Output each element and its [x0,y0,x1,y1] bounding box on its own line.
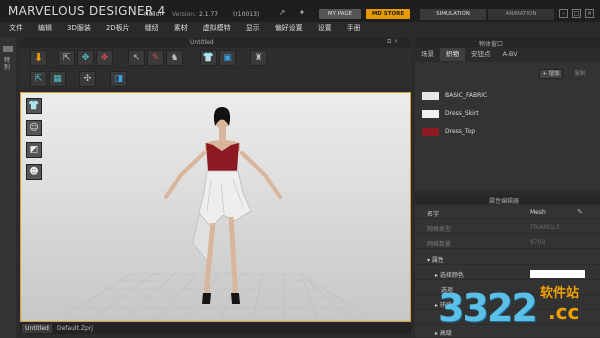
tab-untitled[interactable]: Untitled [22,324,52,333]
left-dock-strip [0,38,16,338]
select-point-icon[interactable]: ⇱ [30,71,47,87]
property-section[interactable]: ▾ 属性 [415,253,600,265]
pose-icon[interactable]: ♜ [250,50,267,66]
version-value: 2.1.77 [199,11,219,18]
property-label: 网格数量 [427,241,452,248]
property-value: 8769 [530,239,546,246]
property-label: ▾ 属性 [427,257,444,264]
object-browser-header [415,38,600,47]
dock-label[interactable]: 特别 [4,57,12,71]
menu-file[interactable]: 文件 [9,22,23,35]
watermark-number: 3322 [438,286,538,330]
avatar-tool-icon[interactable]: ♞ [166,50,183,66]
color-swatch[interactable] [530,270,585,278]
garment-icon[interactable]: 👕 [200,50,217,66]
texture-icon[interactable]: ▦ [49,71,66,87]
app-title: MARVELOUS DESIGNER 4 [8,4,166,18]
fabric-item[interactable]: BASIC_FABRIC [420,90,596,102]
menu-edit[interactable]: 编辑 [38,22,52,35]
property-label: 名字 [427,211,440,218]
fold-icon[interactable]: ▣ [219,50,236,66]
greeting: Hello! [144,11,162,18]
avatar-body-icon[interactable]: ☺ [26,120,42,136]
md-store-button[interactable]: MD STORE [366,9,410,19]
select-mesh-icon[interactable]: ✥ [77,50,94,66]
menu-settings[interactable]: 设置 [318,22,332,35]
tab-abv[interactable]: A-BV [497,48,524,61]
property-row[interactable]: ▸ 选择颜色 [415,268,600,280]
property-row[interactable]: 名字 Mesh ✎ [415,207,600,219]
floor-grid [60,273,372,319]
object-browser-tabs: 场景 织物 安钮点 A-BV [415,48,600,61]
property-label: 网格类型 [427,226,452,233]
object-browser-title: 物体窗口 [479,41,504,48]
property-value[interactable]: Mesh [530,209,546,216]
select-fabric-icon[interactable]: ✥ [96,50,113,66]
community-icon[interactable]: ✦ [296,8,308,17]
simulation-mode-button[interactable]: SIMULATION [420,9,486,20]
close-icon[interactable]: × [585,9,594,18]
fabric-swatch [422,110,439,118]
window-controls-icon[interactable]: ⧉ × [387,38,398,46]
menu-3d-garment[interactable]: 3D服装 [67,22,91,35]
animation-mode-button[interactable]: ANIMATION [488,9,554,20]
fabric-item[interactable]: Dress_Top [420,126,596,138]
fabric-swatch [422,128,439,136]
menu-manual[interactable]: 手册 [347,22,361,35]
property-editor-title: 属性编辑器 [489,198,520,205]
minimize-icon[interactable]: – [559,9,568,18]
share-icon[interactable]: ↗ [276,8,288,17]
property-value: TRIANGLE [530,224,560,231]
my-page-button[interactable]: MY PAGE [319,9,361,19]
fabric-name: Dress_Top [445,128,476,135]
tack-icon[interactable]: ✎ [147,50,164,66]
property-row: 网格数量 8769 [415,237,600,249]
watermark-site: 软件站 [540,286,580,301]
tab-fabric[interactable]: 织物 [440,48,465,61]
copy-fabric-button[interactable]: 复制 [566,69,594,79]
fabric-swatch [422,92,439,100]
tab-default-zprj[interactable]: Default.Zprj [57,324,93,333]
viewport-scene [60,107,372,319]
view-window-title: Untitled [190,39,214,46]
menu-2d-pattern[interactable]: 2D板片 [106,22,130,35]
maximize-icon[interactable]: □ [572,9,581,18]
menu-preferences[interactable]: 偏好设置 [275,22,303,35]
menu-bar: 文件 编辑 3D服装 2D板片 缝纫 素材 虚拟模特 显示 偏好设置 设置 手册 [0,22,600,35]
texture-view-icon[interactable]: ◩ [26,142,42,158]
dock-icon[interactable] [3,46,13,52]
property-row: 网格类型 TRIANGLE [415,222,600,234]
select-move-icon[interactable]: ⇱ [58,50,75,66]
avatar-shirt-icon[interactable]: 👕 [26,98,42,114]
fabric-name: Dress_Skirt [445,110,479,117]
menu-avatar[interactable]: 虚拟模特 [203,22,231,35]
watermark-tld: .cc [548,300,580,324]
avatar-head-icon[interactable]: ☻ [26,164,42,180]
add-fabric-button[interactable]: + 增加 [539,69,563,79]
tab-scene[interactable]: 场景 [415,48,440,61]
build-number: (r10013) [233,11,260,18]
fabric-item[interactable]: Dress_Skirt [420,108,596,120]
tab-button[interactable]: 安钮点 [465,48,497,61]
version-label: Version: [172,11,197,18]
view-window-header [20,38,411,47]
menu-materials[interactable]: 素材 [174,22,188,35]
simulate-arrow-icon[interactable]: ⬇ [30,50,47,66]
3d-viewport[interactable] [20,92,411,322]
layer-icon[interactable]: ◨ [110,71,127,87]
pin-icon[interactable]: ↖ [128,50,145,66]
move-tool-icon[interactable]: ✣ [79,71,96,87]
fabric-name: BASIC_FABRIC [445,92,488,99]
menu-display[interactable]: 显示 [246,22,260,35]
edit-icon[interactable]: ✎ [577,208,583,216]
property-label: ▸ 选择颜色 [435,272,464,279]
menu-sewing[interactable]: 缝纫 [145,22,159,35]
